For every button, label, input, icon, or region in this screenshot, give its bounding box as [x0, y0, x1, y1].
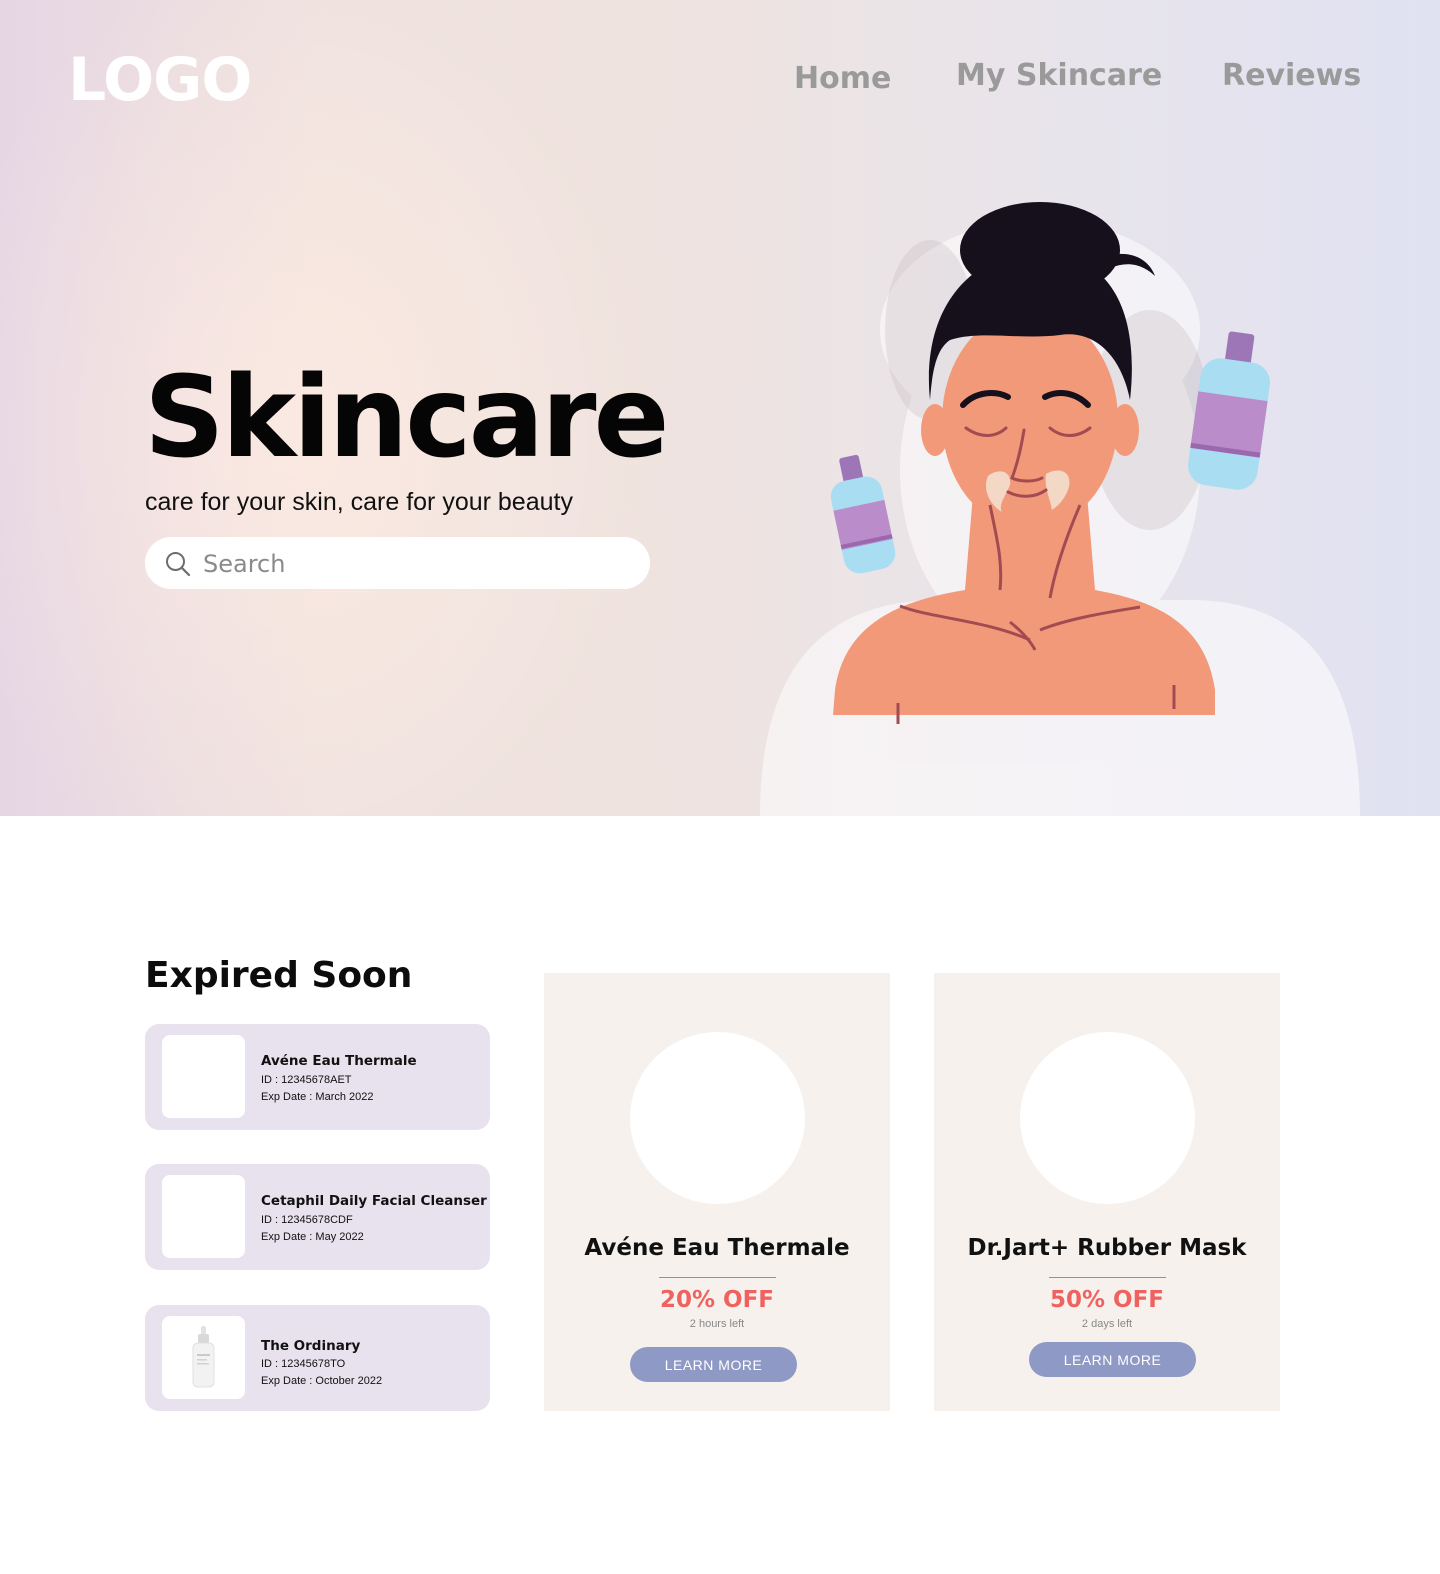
product-thumbnail	[162, 1175, 245, 1258]
product-id: ID : 12345678TO	[261, 1358, 346, 1370]
discount-label: 50% OFF	[1049, 1287, 1165, 1313]
expired-item[interactable]: Avéne Eau Thermale ID : 12345678AET Exp …	[145, 1024, 490, 1130]
expiry-date: Exp Date : March 2022	[261, 1091, 374, 1103]
learn-more-button[interactable]: LEARN MORE	[1029, 1342, 1196, 1377]
nav-reviews[interactable]: Reviews	[1222, 61, 1361, 91]
hero-illustration	[760, 202, 1360, 816]
nav-home[interactable]: Home	[794, 64, 891, 94]
product-name: Cetaphil Daily Facial Cleanser	[261, 1193, 487, 1209]
search-input[interactable]	[201, 543, 625, 585]
serum-bottle-icon	[192, 1326, 215, 1388]
time-left: 2 hours left	[689, 1318, 745, 1330]
product-image-placeholder	[630, 1032, 805, 1204]
divider	[1049, 1277, 1166, 1278]
promo-product-name: Avéne Eau Thermale	[584, 1235, 850, 1261]
product-image-placeholder	[1020, 1032, 1195, 1204]
product-name: Avéne Eau Thermale	[261, 1053, 417, 1069]
product-thumbnail	[162, 1316, 245, 1399]
product-thumbnail	[162, 1035, 245, 1118]
divider	[659, 1277, 776, 1278]
expired-item[interactable]: Cetaphil Daily Facial Cleanser ID : 1234…	[145, 1164, 490, 1270]
search-bar[interactable]	[145, 537, 650, 589]
expiry-date: Exp Date : October 2022	[261, 1375, 383, 1387]
hero-tagline: care for your skin, care for your beauty	[145, 488, 573, 516]
logo[interactable]: LOGO	[68, 50, 252, 110]
product-id: ID : 12345678CDF	[261, 1214, 353, 1226]
nav-my-skincare[interactable]: My Skincare	[956, 61, 1162, 91]
promo-card: Avéne Eau Thermale 20% OFF 2 hours left …	[544, 973, 890, 1411]
discount-label: 20% OFF	[659, 1287, 775, 1313]
promo-card: Dr.Jart+ Rubber Mask 50% OFF 2 days left…	[934, 973, 1280, 1411]
learn-more-button[interactable]: LEARN MORE	[630, 1347, 797, 1382]
product-name: The Ordinary	[261, 1338, 361, 1354]
expiry-date: Exp Date : May 2022	[261, 1231, 364, 1243]
expired-soon-heading: Expired Soon	[145, 955, 413, 996]
hero-section: LOGO Home My Skincare Reviews Skincare c…	[0, 0, 1440, 816]
promo-product-name: Dr.Jart+ Rubber Mask	[967, 1235, 1247, 1261]
search-icon[interactable]	[165, 551, 191, 577]
product-id: ID : 12345678AET	[261, 1074, 352, 1086]
expired-item[interactable]: The Ordinary ID : 12345678TO Exp Date : …	[145, 1305, 490, 1411]
time-left: 2 days left	[1081, 1318, 1133, 1330]
hero-title: Skincare	[144, 353, 669, 483]
